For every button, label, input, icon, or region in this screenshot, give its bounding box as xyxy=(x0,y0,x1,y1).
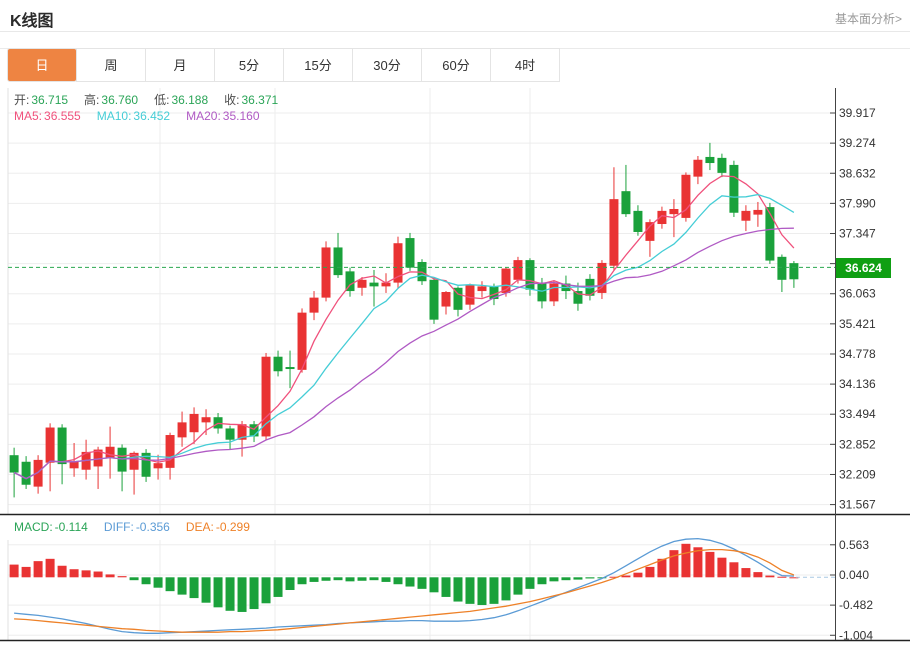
legend-item: DEA:-0.299 xyxy=(186,520,250,534)
y-axis-label: 36.063 xyxy=(839,287,876,301)
y-axis-label: -0.482 xyxy=(839,598,873,612)
y-axis-label: 37.347 xyxy=(839,227,876,241)
y-axis-label: 38.632 xyxy=(839,166,876,180)
main-y-axis: 39.917 39.274 38.632 37.990 37.347 36.063 35.4… xyxy=(830,106,876,512)
legend-item: 高:36.760 xyxy=(84,93,138,107)
macd-legend: MACD:-0.114 DIFF:-0.356 DEA:-0.299 xyxy=(14,520,266,534)
ma5-line xyxy=(14,176,794,479)
ma-lines xyxy=(14,176,794,479)
legend-item: MACD:-0.114 xyxy=(14,520,88,534)
legend-item: DIFF:-0.356 xyxy=(104,520,170,534)
y-axis-label: -1.004 xyxy=(839,628,873,642)
kline-page: K线图 基本面分析> 日周月5分15分30分60分4时 39.91739.274… xyxy=(0,0,910,646)
y-axis-label: 34.136 xyxy=(839,377,876,391)
macd-y-axis: 0.563 0.040 -0.482 -1.004 xyxy=(830,538,873,642)
y-axis-label: 34.778 xyxy=(839,347,876,361)
y-axis-label: 39.274 xyxy=(839,136,876,150)
y-axis-label: 32.852 xyxy=(839,437,876,451)
axes xyxy=(0,88,910,641)
y-axis-label: 32.209 xyxy=(839,467,876,481)
ohlc-legend: 开:36.715 高:36.760 低:36.188 收:36.371 xyxy=(14,91,294,108)
legend-item: 开:36.715 xyxy=(14,93,68,107)
legend-item: 收:36.371 xyxy=(224,93,278,107)
ma-legend: MA5:36.555 MA10:36.452 MA20:35.160 xyxy=(14,109,276,123)
ma10-line xyxy=(14,195,794,479)
y-axis-label: 31.567 xyxy=(839,498,876,512)
y-axis-label: 0.563 xyxy=(839,538,869,552)
y-axis-label: 35.421 xyxy=(839,317,876,331)
y-axis-label: 0.040 xyxy=(839,568,869,582)
legend-item: MA10:36.452 xyxy=(97,109,170,123)
legend-item: MA5:36.555 xyxy=(14,109,81,123)
ma20-line xyxy=(14,228,794,478)
current-price-badge: 36.624 xyxy=(836,258,891,278)
y-axis-label: 33.494 xyxy=(839,407,876,421)
legend-item: MA20:35.160 xyxy=(186,109,259,123)
legend-item: 低:36.188 xyxy=(154,93,208,107)
y-axis-label: 37.990 xyxy=(839,196,876,210)
y-axis-label: 39.917 xyxy=(839,106,876,120)
